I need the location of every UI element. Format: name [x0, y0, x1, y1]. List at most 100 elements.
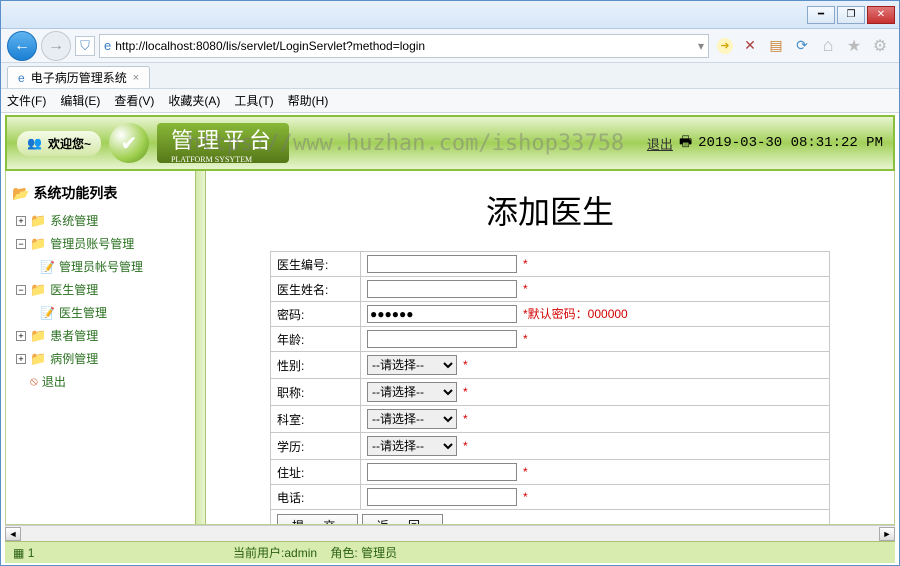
- window-minimize-button[interactable]: ━: [807, 6, 835, 24]
- label-dept: 科室:: [271, 406, 361, 433]
- app-main: 📂 系统功能列表 +📁系统管理 −📁管理员账号管理 📝管理员帐号管理 −📁医生管…: [5, 171, 895, 525]
- back-button[interactable]: 返 回: [362, 514, 443, 524]
- security-shield-icon[interactable]: ⛉: [75, 36, 95, 56]
- horizontal-scrollbar[interactable]: ◄ ►: [5, 525, 895, 541]
- sidebar-item-patient[interactable]: + 📁患者管理: [12, 324, 189, 347]
- app-header: 👥 欢迎您~ ✔ 管理平台 PLATFORM SYSYTEM https://w…: [5, 115, 895, 171]
- tools-icon[interactable]: ⚙: [871, 37, 889, 55]
- sidebar-item-label: 病例管理: [50, 350, 98, 367]
- folder-icon: 📁: [30, 351, 46, 367]
- page-title: 添加医生: [226, 187, 874, 233]
- label-age: 年龄:: [271, 327, 361, 352]
- window-close-button[interactable]: ✕: [867, 6, 895, 24]
- label-phone: 电话:: [271, 485, 361, 510]
- doctor-id-input[interactable]: [367, 255, 517, 273]
- compat-view-icon[interactable]: ➜: [717, 38, 733, 54]
- menu-favorites[interactable]: 收藏夹(A): [168, 92, 220, 109]
- education-select[interactable]: --请选择--: [367, 436, 457, 456]
- app-banner: 管理平台 PLATFORM SYSYTEM: [157, 123, 289, 163]
- sidebar-item-label: 医生管理: [50, 281, 98, 298]
- sidebar-title: 📂 系统功能列表: [12, 183, 189, 203]
- required-mark: *: [523, 490, 528, 504]
- stop-icon[interactable]: ✕: [741, 37, 759, 55]
- file-icon: 📝: [40, 260, 55, 274]
- folder-icon: 📁: [30, 328, 46, 344]
- sidebar-item-label: 管理员帐号管理: [59, 258, 143, 275]
- sidebar: 📂 系统功能列表 +📁系统管理 −📁管理员账号管理 📝管理员帐号管理 −📁医生管…: [6, 171, 196, 524]
- status-role: 管理员: [361, 546, 397, 560]
- file-icon: 📝: [40, 306, 55, 320]
- sidebar-item-exit[interactable]: ⦸退出: [12, 370, 189, 393]
- label-password: 密码:: [271, 302, 361, 327]
- label-title: 职称:: [271, 379, 361, 406]
- doctor-form: 医生编号: * 医生姓名: * 密码: *默认密码：000000 年龄: * 性…: [270, 251, 830, 524]
- folder-icon: 📁: [30, 213, 46, 229]
- menu-edit[interactable]: 编辑(E): [60, 92, 100, 109]
- browser-window: ━ ❐ ✕ ← → ⛉ e ▾ ➜ ✕ ▤ ⟳ ⌂ ★ ⚙ e 电子病历管理系统…: [0, 0, 900, 566]
- menu-tools[interactable]: 工具(T): [234, 92, 273, 109]
- url-input[interactable]: [115, 39, 694, 53]
- phone-input[interactable]: [367, 488, 517, 506]
- tree-toggle-icon[interactable]: +: [16, 354, 26, 364]
- required-mark: *: [463, 358, 468, 372]
- sidebar-subitem-admin-account-mgmt[interactable]: 📝 管理员帐号管理: [12, 255, 189, 278]
- sidebar-item-case[interactable]: + 📁病例管理: [12, 347, 189, 370]
- status-user-label: 当前用户:: [233, 546, 284, 560]
- tab-close-icon[interactable]: ×: [133, 72, 139, 84]
- sidebar-item-label: 患者管理: [50, 327, 98, 344]
- window-maximize-button[interactable]: ❐: [837, 6, 865, 24]
- sidebar-item-admin-accounts[interactable]: −📁管理员账号管理: [12, 232, 189, 255]
- sidebar-item-label: 管理员账号管理: [50, 235, 134, 252]
- status-role-label: 角色:: [330, 546, 357, 560]
- required-mark: *: [463, 385, 468, 399]
- menu-file[interactable]: 文件(F): [7, 92, 46, 109]
- sidebar-item-doctor[interactable]: −📁医生管理: [12, 278, 189, 301]
- ie-icon: e: [104, 38, 111, 53]
- status-doc-icon: ▦: [13, 546, 24, 560]
- tree-toggle-icon[interactable]: +: [16, 331, 26, 341]
- tab-title: 电子病历管理系统: [31, 69, 127, 86]
- favorites-icon[interactable]: ★: [845, 37, 863, 55]
- refresh-icon[interactable]: ⟳: [793, 37, 811, 55]
- title-select[interactable]: --请选择--: [367, 382, 457, 402]
- submit-button[interactable]: 提 交: [277, 514, 358, 524]
- sidebar-item-system[interactable]: + 📁系统管理: [12, 209, 189, 232]
- required-mark: *: [523, 257, 528, 271]
- menu-help[interactable]: 帮助(H): [288, 92, 329, 109]
- tree-toggle-icon[interactable]: −: [16, 239, 26, 249]
- user-icon: 👥: [27, 136, 42, 150]
- app-statusbar: ▦ 1 当前用户:admin 角色: 管理员: [5, 541, 895, 563]
- gender-select[interactable]: --请选择--: [367, 355, 457, 375]
- nav-back-button[interactable]: ←: [7, 31, 37, 61]
- folder-open-icon: 📂: [12, 185, 29, 202]
- label-doctor-id: 医生编号:: [271, 252, 361, 277]
- browser-tab[interactable]: e 电子病历管理系统 ×: [7, 66, 150, 88]
- scroll-right-arrow[interactable]: ►: [879, 527, 895, 541]
- welcome-badge: 👥 欢迎您~: [17, 131, 101, 156]
- home-icon[interactable]: ⌂: [819, 37, 837, 55]
- nav-forward-button[interactable]: →: [41, 31, 71, 61]
- required-mark: *: [463, 412, 468, 426]
- logout-link[interactable]: 退出: [647, 134, 673, 153]
- app-logo-icon: ✔: [109, 123, 149, 163]
- rss-icon[interactable]: ▤: [767, 37, 785, 55]
- tree-toggle-icon[interactable]: +: [16, 216, 26, 226]
- age-input[interactable]: [367, 330, 517, 348]
- dept-select[interactable]: --请选择--: [367, 409, 457, 429]
- address-bar[interactable]: e ▾: [99, 34, 709, 58]
- doctor-name-input[interactable]: [367, 280, 517, 298]
- menu-view[interactable]: 查看(V): [114, 92, 154, 109]
- printer-icon[interactable]: 🖶: [679, 131, 692, 155]
- sidebar-item-label: 退出: [42, 373, 66, 390]
- sidebar-subitem-doctor-mgmt[interactable]: 📝医生管理: [12, 301, 189, 324]
- required-mark: *: [523, 465, 528, 479]
- password-input[interactable]: [367, 305, 517, 323]
- sidebar-item-label: 系统管理: [50, 212, 98, 229]
- splitter-handle[interactable]: [196, 171, 206, 524]
- address-input[interactable]: [367, 463, 517, 481]
- tree-toggle-icon[interactable]: −: [16, 285, 26, 295]
- browser-navbar: ← → ⛉ e ▾ ➜ ✕ ▤ ⟳ ⌂ ★ ⚙: [1, 29, 899, 63]
- scroll-left-arrow[interactable]: ◄: [5, 527, 21, 541]
- dropdown-icon[interactable]: ▾: [698, 39, 704, 53]
- sidebar-tree: +📁系统管理 −📁管理员账号管理 📝管理员帐号管理 −📁医生管理 📝医生管理 +…: [12, 209, 189, 393]
